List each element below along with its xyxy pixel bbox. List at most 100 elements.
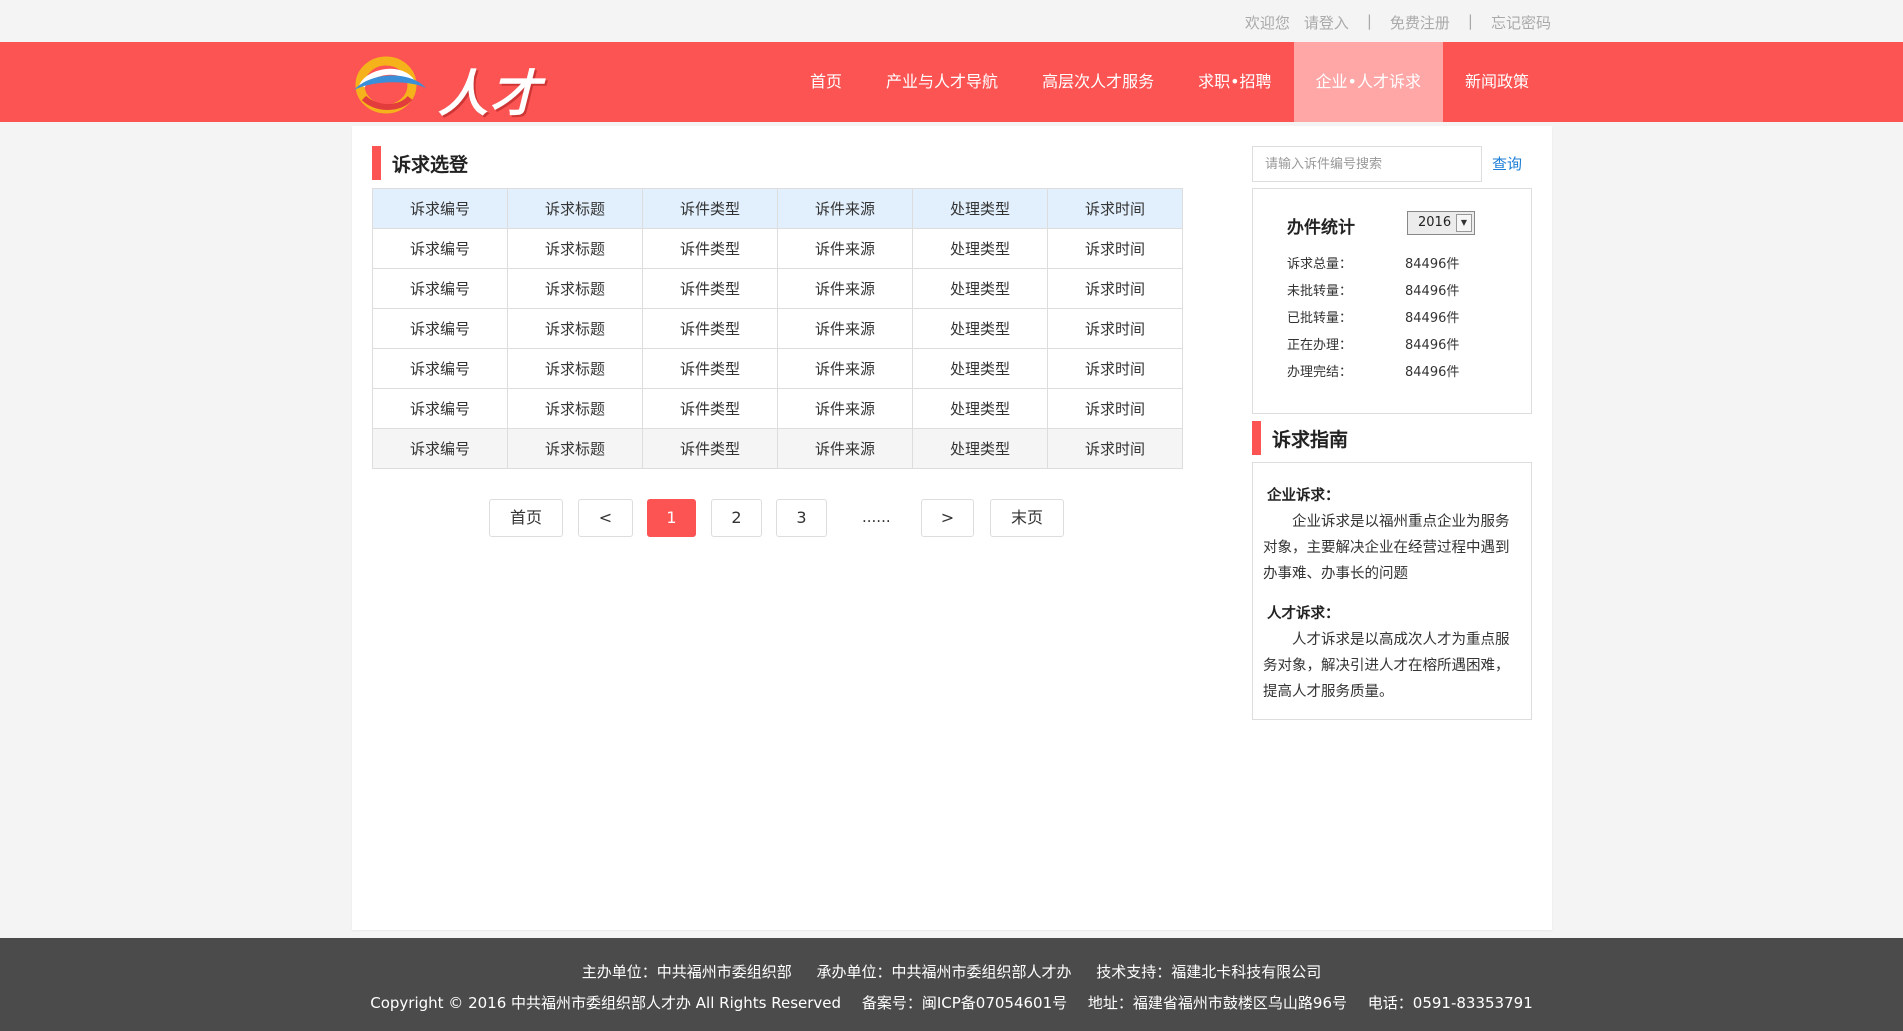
first-page-button[interactable]: 首页 xyxy=(489,499,563,537)
year-value: 2016 xyxy=(1418,215,1452,230)
user-links: 欢迎您 请登入 | 免费注册 | 忘记密码 xyxy=(1245,12,1551,33)
main-content: 诉求选登 诉求编号 诉求标题 诉件类型 诉件来源 处理类型 诉求时间 诉求编号 诉求标题 诉件类… xyxy=(352,126,1552,930)
stat-value: 84496件 xyxy=(1405,311,1460,326)
stat-value: 84496件 xyxy=(1405,257,1460,272)
appeal-title-cell: 诉求标题 xyxy=(507,308,643,349)
handling-type-cell: 处理类型 xyxy=(912,268,1048,309)
stat-label: 未批转量： xyxy=(1287,284,1353,299)
host-unit: 主办单位：中共福州市委组织部 xyxy=(581,963,792,981)
stat-value: 84496件 xyxy=(1405,365,1460,380)
page-1-button[interactable]: 1 xyxy=(647,499,696,537)
table-row[interactable]: 诉求编号 诉求标题 诉件类型 诉件来源 处理类型 诉求时间 xyxy=(372,428,1183,469)
divider: | xyxy=(1366,12,1372,30)
year-select[interactable]: 2016 ▼ xyxy=(1407,211,1475,235)
appeals-section-title: 诉求选登 xyxy=(372,146,468,180)
last-page-button[interactable]: 末页 xyxy=(990,499,1064,537)
stat-value: 84496件 xyxy=(1405,338,1460,353)
appeal-number-cell: 诉求编号 xyxy=(372,188,508,229)
prev-page-button[interactable]: < xyxy=(578,499,633,537)
nav-item-talent-service[interactable]: 高层次人才服务 xyxy=(1020,42,1176,122)
appeal-time-cell: 诉求时间 xyxy=(1047,188,1183,229)
appeal-source-cell: 诉件来源 xyxy=(777,268,913,309)
forgot-password-link[interactable]: 忘记密码 xyxy=(1491,12,1551,33)
nav-item-industry[interactable]: 产业与人才导航 xyxy=(864,42,1020,122)
footer-line-2: Copyright © 2016 中共福州市委组织部人才办 All Rights… xyxy=(0,992,1903,1013)
appeal-type-cell: 诉件类型 xyxy=(642,348,778,389)
handling-type-cell: 处理类型 xyxy=(912,228,1048,269)
site-footer: 主办单位：中共福州市委组织部 承办单位：中共福州市委组织部人才办 技术支持：福建… xyxy=(0,938,1903,1031)
table-row[interactable]: 诉求编号 诉求标题 诉件类型 诉件来源 处理类型 诉求时间 xyxy=(372,388,1183,429)
appeal-time-cell: 诉求时间 xyxy=(1047,428,1183,469)
address: 地址：福建省福州市鼓楼区乌山路96号 xyxy=(1087,994,1348,1012)
site-logo[interactable]: 人才 xyxy=(350,50,560,123)
appeal-source-cell: 诉件来源 xyxy=(777,388,913,429)
table-row[interactable]: 诉求编号 诉求标题 诉件类型 诉件来源 处理类型 诉求时间 xyxy=(372,228,1183,269)
appeal-title-cell: 诉求标题 xyxy=(507,428,643,469)
table-row[interactable]: 诉求编号 诉求标题 诉件类型 诉件来源 处理类型 诉求时间 xyxy=(372,308,1183,349)
talent-appeal-text: 人才诉求是以高成次人才为重点服务对象，解决引进人才在榕所遇困难，提高人才服务质量… xyxy=(1263,632,1510,700)
next-page-button[interactable]: > xyxy=(921,499,974,537)
handling-type-cell: 处理类型 xyxy=(912,428,1048,469)
appeal-number-cell: 诉求编号 xyxy=(372,308,508,349)
stat-row: 诉求总量： 84496件 xyxy=(1287,253,1459,272)
stat-label: 已批转量： xyxy=(1287,311,1353,326)
welcome-text: 欢迎您 xyxy=(1244,14,1290,32)
appeal-source-cell: 诉件来源 xyxy=(777,428,913,469)
title-accent xyxy=(372,146,381,180)
handling-type-cell: 处理类型 xyxy=(912,188,1048,229)
appeal-number-cell: 诉求编号 xyxy=(372,228,508,269)
handling-type-cell: 处理类型 xyxy=(912,388,1048,429)
divider: | xyxy=(1467,12,1473,30)
table-row[interactable]: 诉求编号 诉求标题 诉件类型 诉件来源 处理类型 诉求时间 xyxy=(372,268,1183,309)
copyright: Copyright © 2016 中共福州市委组织部人才办 All Rights… xyxy=(370,994,842,1012)
title-accent xyxy=(1252,421,1261,455)
guide-section-title: 诉求指南 xyxy=(1252,421,1348,455)
appeal-time-cell: 诉求时间 xyxy=(1047,388,1183,429)
e-logo-icon xyxy=(354,56,426,114)
nav-item-home[interactable]: 首页 xyxy=(788,42,864,122)
stat-row: 未批转量： 84496件 xyxy=(1287,280,1459,299)
appeal-type-cell: 诉件类型 xyxy=(642,428,778,469)
appeal-time-cell: 诉求时间 xyxy=(1047,308,1183,349)
footer-line-1: 主办单位：中共福州市委组织部 承办单位：中共福州市委组织部人才办 技术支持：福建… xyxy=(0,961,1903,982)
stat-row: 已批转量： 84496件 xyxy=(1287,307,1459,326)
appeal-number-cell: 诉求编号 xyxy=(372,428,508,469)
register-link[interactable]: 免费注册 xyxy=(1390,12,1450,33)
nav-item-jobs[interactable]: 求职•招聘 xyxy=(1176,42,1293,122)
guide-panel: 企业诉求： 企业诉求是以福州重点企业为服务对象，主要解决企业在经营过程中遇到办事… xyxy=(1252,462,1532,720)
stats-title: 办件统计 xyxy=(1287,218,1355,238)
page-ellipsis: ...... xyxy=(862,508,891,526)
table-row[interactable]: 诉求编号 诉求标题 诉件类型 诉件来源 处理类型 诉求时间 xyxy=(372,348,1183,389)
icp-number: 备案号：闽ICP备07054601号 xyxy=(861,994,1068,1012)
phone: 电话：0591-83353791 xyxy=(1367,994,1533,1012)
appeal-number-cell: 诉求编号 xyxy=(372,348,508,389)
appeal-title-cell: 诉求标题 xyxy=(507,348,643,389)
appeal-type-cell: 诉件类型 xyxy=(642,308,778,349)
page-2-button[interactable]: 2 xyxy=(711,499,762,537)
stat-value: 84496件 xyxy=(1405,284,1460,299)
nav-item-appeals[interactable]: 企业•人才诉求 xyxy=(1293,42,1443,122)
appeals-title-text: 诉求选登 xyxy=(392,153,469,176)
stat-label: 诉求总量： xyxy=(1287,257,1353,272)
pagination: 首页 < 1 2 3 ...... > 末页 xyxy=(352,499,1223,539)
appeal-type-cell: 诉件类型 xyxy=(642,388,778,429)
appeal-title-cell: 诉求标题 xyxy=(507,268,643,309)
guide-title-text: 诉求指南 xyxy=(1272,428,1349,451)
stat-label: 办理完结： xyxy=(1287,365,1353,380)
logo-text: 人才 xyxy=(438,64,542,123)
search-input[interactable] xyxy=(1252,146,1482,182)
top-bar: 欢迎您 请登入 | 免费注册 | 忘记密码 xyxy=(0,0,1903,42)
login-link[interactable]: 请登入 xyxy=(1304,12,1349,33)
page-3-button[interactable]: 3 xyxy=(776,499,827,537)
appeal-source-cell: 诉件来源 xyxy=(777,228,913,269)
search-button[interactable]: 查询 xyxy=(1492,153,1522,174)
appeal-type-cell: 诉件类型 xyxy=(642,228,778,269)
talent-appeal-title: 人才诉求： xyxy=(1267,606,1340,622)
appeal-source-cell: 诉件来源 xyxy=(777,348,913,389)
stats-panel: 办件统计 2016 ▼ 诉求总量： 84496件 未批转量： 84496件 已批转量… xyxy=(1252,188,1532,414)
appeal-source-cell: 诉件来源 xyxy=(777,308,913,349)
site-header: 人才 首页 产业与人才导航 高层次人才服务 求职•招聘 企业•人才诉求 新闻政策 xyxy=(0,42,1903,123)
nav-item-news[interactable]: 新闻政策 xyxy=(1443,42,1551,122)
appeals-table: 诉求编号 诉求标题 诉件类型 诉件来源 处理类型 诉求时间 诉求编号 诉求标题 诉件类型 诉件来源… xyxy=(372,188,1183,469)
appeal-time-cell: 诉求时间 xyxy=(1047,268,1183,309)
